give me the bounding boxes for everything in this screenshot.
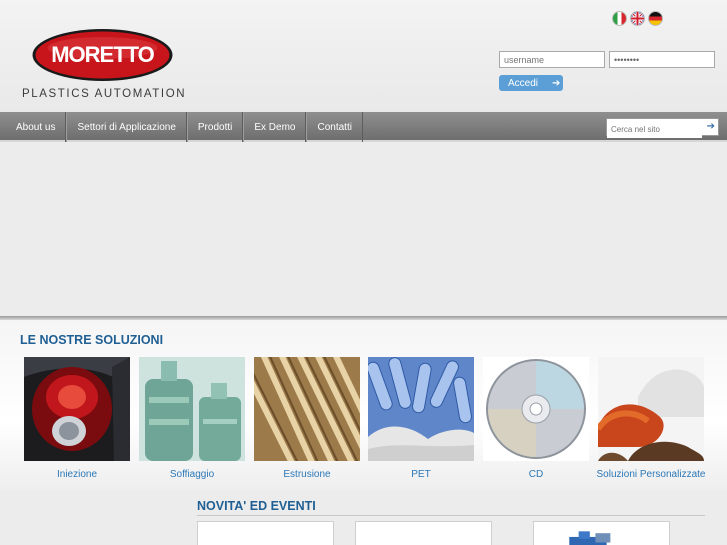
news-card[interactable] — [533, 521, 670, 545]
news-card[interactable] — [197, 521, 334, 545]
solution-image-estrusione[interactable] — [254, 357, 360, 461]
search-input[interactable] — [607, 121, 702, 138]
solution-image-iniezione[interactable] — [24, 357, 130, 461]
solution-label-soffiaggio[interactable]: Soffiaggio — [132, 469, 252, 480]
uk-flag-icon[interactable] — [630, 11, 645, 26]
germany-flag-icon[interactable] — [648, 11, 663, 26]
nav-about-us[interactable]: About us — [0, 112, 67, 142]
news-card-image — [569, 531, 611, 545]
main-nav: About us Settori di Applicazione Prodott… — [0, 112, 727, 142]
site-search: ➔ — [606, 118, 719, 138]
arrow-right-icon: ➔ — [552, 77, 561, 89]
nav-ex-demo[interactable]: Ex Demo — [243, 112, 307, 142]
hero-banner — [0, 143, 727, 316]
solution-label-iniezione[interactable]: Iniezione — [17, 469, 137, 480]
solution-label-estrusione[interactable]: Estrusione — [247, 469, 367, 480]
tagline: PLASTICS AUTOMATION — [22, 88, 187, 100]
news-title: NOVITA' ED EVENTI — [197, 499, 316, 513]
solution-image-cd[interactable] — [483, 357, 589, 461]
solution-image-soffiaggio[interactable] — [139, 357, 245, 461]
news-divider — [197, 515, 705, 516]
site-header: MORETTO PLASTICS AUTOMATION Accedi ➔ — [0, 0, 727, 112]
login-button[interactable]: Accedi ➔ — [499, 75, 563, 91]
solution-label-soluzioni-personalizzate[interactable]: Soluzioni Personalizzate — [591, 469, 711, 480]
solution-label-pet[interactable]: PET — [361, 469, 481, 480]
nav-contatti[interactable]: Contatti — [306, 112, 363, 142]
username-input[interactable] — [499, 51, 605, 68]
solutions-title: LE NOSTRE SOLUZIONI — [20, 333, 164, 347]
moretto-logo[interactable]: MORETTO — [32, 28, 173, 82]
italy-flag-icon[interactable] — [612, 11, 627, 26]
logo-text: MORETTO — [51, 42, 154, 67]
news-card[interactable] — [355, 521, 492, 545]
solution-label-cd[interactable]: CD — [476, 469, 596, 480]
nav-settori-di-applicazione[interactable]: Settori di Applicazione — [66, 112, 187, 142]
arrow-right-icon[interactable]: ➔ — [707, 121, 715, 132]
solution-image-soluzioni-personalizzate[interactable] — [598, 357, 704, 461]
nav-prodotti[interactable]: Prodotti — [186, 112, 244, 142]
login-button-label: Accedi — [508, 77, 539, 89]
solution-image-pet[interactable] — [368, 357, 474, 461]
language-switcher — [612, 11, 663, 26]
password-input[interactable] — [609, 51, 715, 68]
